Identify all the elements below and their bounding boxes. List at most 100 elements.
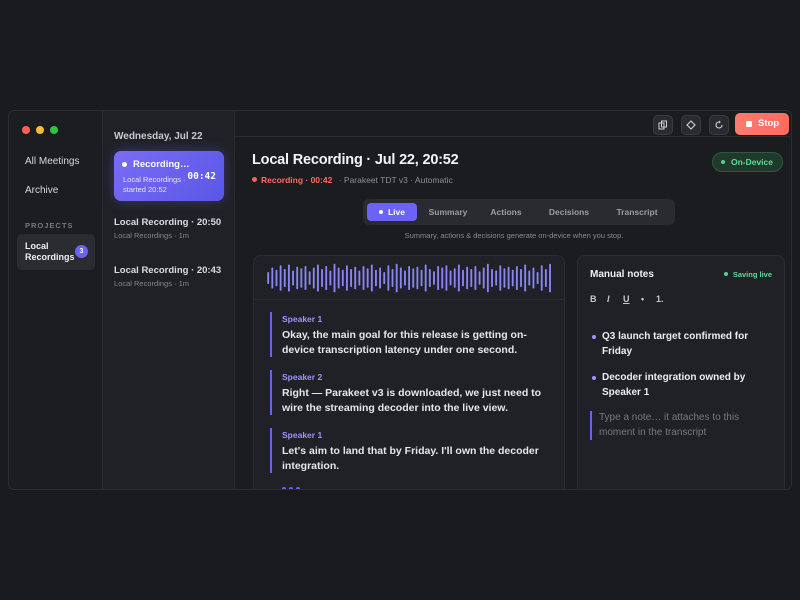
project-label: Local Recordings	[25, 241, 75, 262]
tab-summary[interactable]: Summary	[421, 203, 475, 221]
waveform-bar	[366, 268, 369, 288]
waveform-bar	[362, 266, 365, 290]
divider	[254, 299, 564, 300]
waveform-bar	[482, 267, 485, 289]
bullet-list-button[interactable]: •	[641, 294, 644, 304]
minimize-window-button[interactable]	[36, 126, 44, 134]
waveform-bar	[540, 265, 543, 291]
stop-recording-button[interactable]: Stop	[735, 113, 789, 135]
recording-status: Recording · 00:42	[261, 175, 333, 185]
waveform-bar	[544, 269, 547, 287]
waveform-bar	[462, 269, 464, 287]
waveform-bar	[445, 265, 448, 291]
refresh-button[interactable]	[709, 115, 729, 135]
bold-button[interactable]: B	[590, 294, 597, 304]
stop-label: Stop	[758, 118, 780, 129]
waveform-bar	[300, 268, 303, 288]
copy-icon	[658, 120, 667, 130]
waveform-bar	[321, 269, 323, 287]
project-count-badge: 3	[75, 245, 88, 258]
waveform-bar	[271, 267, 274, 289]
underline-button[interactable]: U	[623, 294, 630, 304]
main-content: Stop Local Recording · Jul 22, 20:52 Rec…	[235, 111, 791, 489]
list-item-title: Local Recording · 20:43	[114, 265, 222, 276]
transcript-segment: Speaker 2 Right — Parakeet v3 is downloa…	[270, 370, 552, 415]
list-item[interactable]: Local Recording · 20:50 Local Recordings…	[114, 217, 226, 240]
waveform-bar	[503, 268, 506, 288]
pin-button[interactable]	[681, 115, 701, 135]
transcript-segment: Speaker 1 Let's aim to land that by Frid…	[270, 428, 552, 473]
waveform-bar	[478, 271, 481, 285]
tab-decisions[interactable]: Decisions	[539, 203, 599, 221]
waveform-bar	[470, 269, 473, 287]
waveform-bar	[532, 267, 535, 289]
segment-speaker: Speaker 1	[282, 430, 323, 440]
waveform-bar	[391, 269, 394, 287]
zoom-window-button[interactable]	[50, 126, 58, 134]
waveform-bar	[383, 272, 386, 284]
recording-status-line: Recording · 00:42 · Parakeet TDT v3 · Au…	[252, 175, 453, 185]
close-window-button[interactable]	[22, 126, 30, 134]
list-item[interactable]: Local Recording · 20:43 Local Recordings…	[114, 265, 226, 288]
projects-section-label: PROJECTS	[25, 221, 74, 230]
waveform-bar	[491, 269, 493, 287]
waveform-bar	[433, 271, 435, 285]
tab-actions[interactable]: Actions	[481, 203, 531, 221]
project-local-recordings[interactable]: Local Recordings 3	[17, 234, 95, 270]
waveform-bar	[358, 270, 361, 286]
numbered-list-button[interactable]: 1.	[656, 294, 664, 304]
copy-button[interactable]	[653, 115, 673, 135]
waveform-bar	[428, 269, 431, 287]
live-transcript-panel[interactable]: Speaker 1 Okay, the main goal for this r…	[253, 255, 565, 489]
active-recording-card[interactable]: Recording… 00:42 Local Recordings · star…	[114, 151, 224, 201]
note-bullet[interactable]: Decoder integration owned by Speaker 1	[592, 371, 772, 400]
waveform-bar	[499, 265, 502, 291]
list-date-header: Wednesday, Jul 22	[114, 131, 203, 142]
waveform-bar	[424, 264, 427, 292]
waveform-bar	[333, 263, 336, 293]
stop-icon	[746, 121, 752, 127]
transcript-segment: Speaker 1 Okay, the main goal for this r…	[270, 312, 552, 357]
waveform-bar	[437, 266, 440, 290]
nav-archive[interactable]: Archive	[25, 185, 58, 196]
list-item-title: Local Recording · 20:50	[114, 217, 222, 228]
note-input[interactable]: Type a note… it attaches to this moment …	[590, 411, 770, 440]
note-bullet[interactable]: Q3 launch target confirmed for Friday	[592, 330, 772, 359]
waveform-bar	[346, 265, 348, 291]
waveform-bar	[395, 263, 398, 293]
waveform-bar	[441, 267, 444, 289]
waveform-bar	[474, 266, 477, 290]
pin-icon	[686, 120, 696, 130]
waveform-bar	[420, 269, 423, 287]
waveform-bar	[379, 267, 382, 289]
sidebar: All Meetings Archive PROJECTS Local Reco…	[9, 111, 103, 489]
notes-title: Manual notes	[590, 269, 654, 280]
italic-button[interactable]: I	[607, 294, 610, 304]
waveform-bar	[520, 269, 522, 287]
meeting-list: Wednesday, Jul 22 Recording… 00:42 Local…	[103, 111, 235, 489]
waveform-bar	[267, 272, 270, 284]
waveform-bar	[457, 264, 460, 292]
waveform-bar	[408, 266, 411, 290]
waveform-bar	[387, 265, 390, 291]
manual-notes-panel: Manual notes Saving live B I U • 1. Q3 l…	[577, 255, 785, 489]
waveform-bar	[308, 271, 311, 285]
list-item-subtitle: Local Recordings · 1m	[114, 231, 190, 240]
tab-live[interactable]: Live	[367, 203, 417, 221]
waveform-bar	[325, 266, 328, 290]
waveform-bar	[453, 268, 456, 288]
tab-transcript[interactable]: Transcript	[605, 203, 669, 221]
model-info: · Parakeet TDT v3 · Automatic	[338, 175, 453, 185]
waveform-bar	[495, 270, 498, 286]
waveform-bar	[511, 269, 514, 287]
waveform-bar	[524, 264, 527, 292]
waveform-bar	[507, 266, 510, 290]
toolbar: Stop	[235, 111, 791, 137]
nav-all-meetings[interactable]: All Meetings	[25, 156, 79, 167]
waveform-bar	[283, 269, 286, 287]
recording-card-subtitle: Local Recordings · started 20:52	[123, 175, 186, 194]
waveform-bar	[399, 267, 402, 289]
waveform-bar	[350, 269, 353, 287]
waveform-bar	[370, 264, 373, 292]
waveform-bar	[287, 264, 290, 292]
